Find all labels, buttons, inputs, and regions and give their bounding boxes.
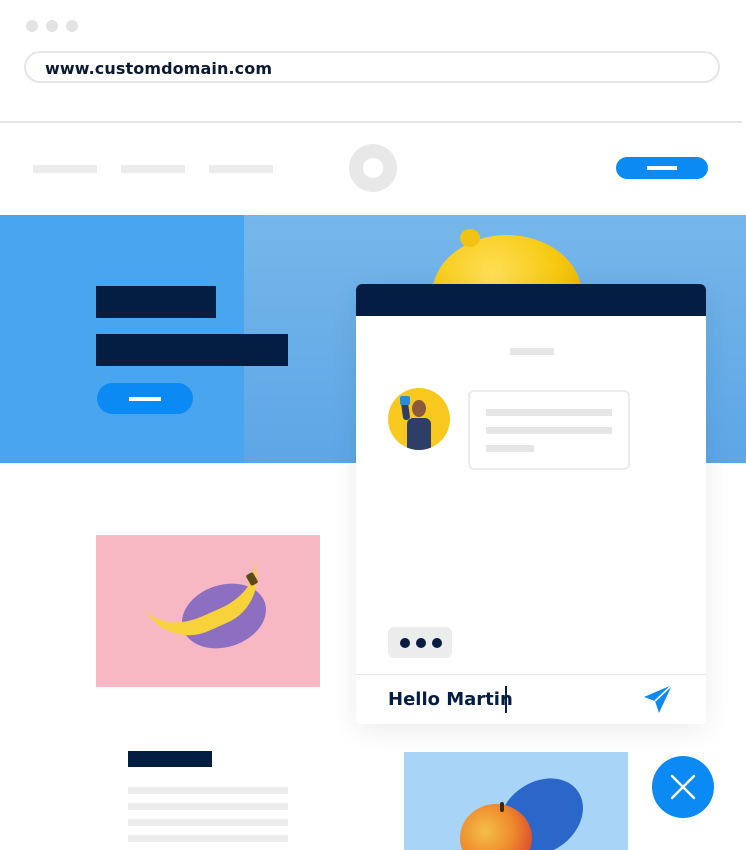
text-caret <box>505 686 507 713</box>
send-icon[interactable] <box>642 683 674 715</box>
chat-close-button[interactable] <box>652 756 714 818</box>
message-line-3 <box>486 445 534 452</box>
hero-cta-label-placeholder <box>129 396 161 401</box>
address-bar-url: www.customdomain.com <box>45 59 273 78</box>
chat-message-input[interactable]: Hello Martin <box>388 689 513 710</box>
chat-header <box>356 284 706 316</box>
logo-circle-icon[interactable] <box>349 144 397 192</box>
nav-cta-button[interactable] <box>616 157 708 179</box>
agent-avatar[interactable] <box>388 388 450 450</box>
chat-window: Hello Martin <box>356 284 706 724</box>
banana-image-card <box>96 535 320 687</box>
close-icon <box>670 774 696 800</box>
hero-heading-placeholder-1 <box>96 286 216 318</box>
agent-message-bubble <box>468 390 630 470</box>
hero-heading-placeholder-2 <box>96 334 288 366</box>
window-dot-maximize[interactable] <box>66 20 78 32</box>
typing-indicator <box>388 627 452 658</box>
nav-link-placeholder-3[interactable] <box>209 165 273 173</box>
window-dot-minimize[interactable] <box>46 20 58 32</box>
avatar-person-body <box>407 418 431 450</box>
lemon-tip <box>460 229 480 247</box>
typing-dot-1 <box>400 638 410 648</box>
browser-divider <box>0 121 742 123</box>
address-bar[interactable]: www.customdomain.com <box>24 51 720 83</box>
section-heading-placeholder <box>128 751 212 767</box>
nav-cta-label-placeholder <box>647 166 677 170</box>
message-line-1 <box>486 409 612 416</box>
avatar-cup <box>400 396 410 405</box>
text-line-placeholder-4 <box>128 835 288 842</box>
nav-link-placeholder-2[interactable] <box>121 165 185 173</box>
text-line-placeholder-1 <box>128 787 288 794</box>
mango-stem <box>500 802 504 812</box>
nav-link-placeholder-1[interactable] <box>33 165 97 173</box>
message-line-2 <box>486 427 612 434</box>
text-line-placeholder-3 <box>128 819 288 826</box>
window-dot-close[interactable] <box>26 20 38 32</box>
mango-image-card <box>404 752 628 850</box>
hero-cta-button[interactable] <box>97 383 193 414</box>
text-line-placeholder-2 <box>128 803 288 810</box>
chat-input-divider <box>356 674 706 675</box>
chat-timestamp-placeholder <box>510 348 554 355</box>
typing-dot-3 <box>432 638 442 648</box>
typing-dot-2 <box>416 638 426 648</box>
avatar-person-head <box>412 400 426 417</box>
